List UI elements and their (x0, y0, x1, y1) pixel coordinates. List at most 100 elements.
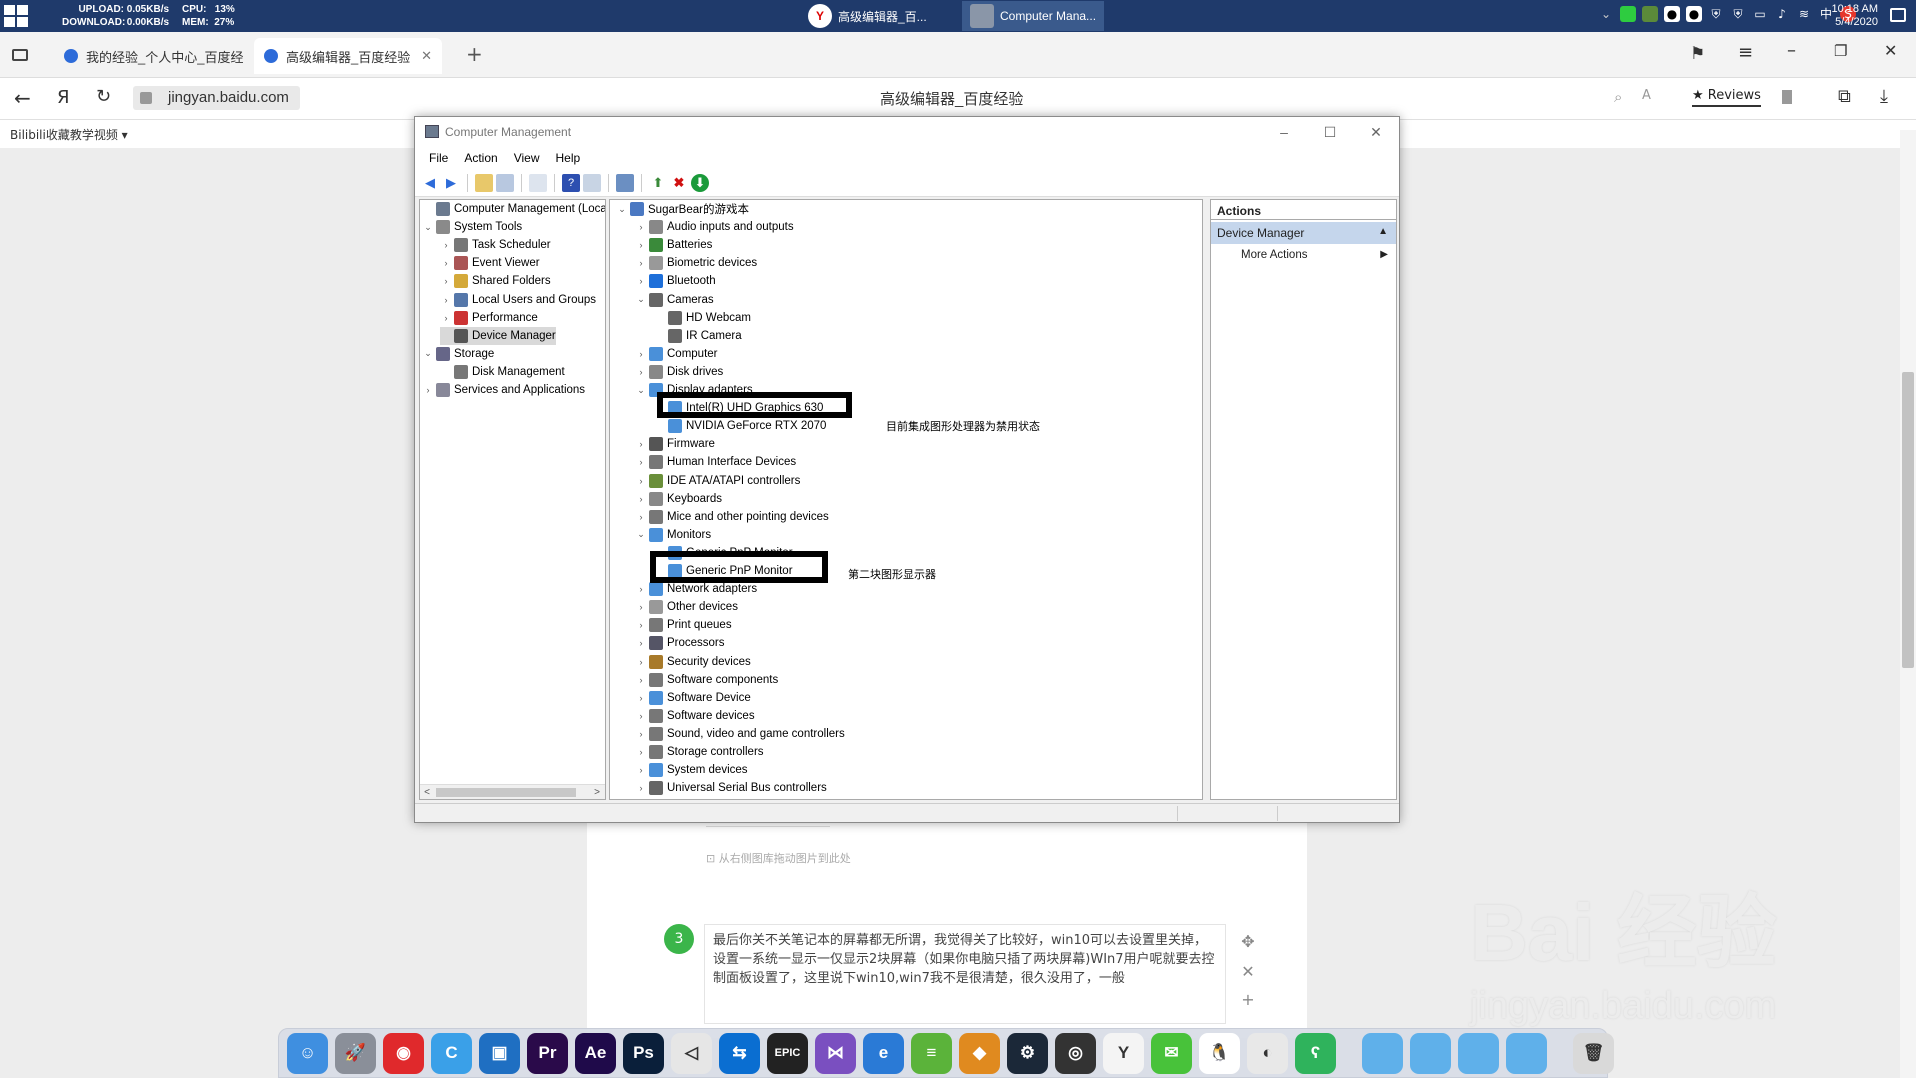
taskbar-app-browser[interactable]: Y 高级编辑器_百... (800, 1, 935, 31)
expand-chevron-icon[interactable]: › (635, 367, 647, 377)
search-icon[interactable]: ⌕ (1614, 88, 1622, 106)
browser-tab[interactable]: 我的经验_个人中心_百度经 (54, 38, 253, 74)
expand-chevron-icon[interactable]: › (635, 620, 647, 630)
move-icon[interactable]: ✥ (1240, 932, 1256, 951)
expand-chevron-icon[interactable]: › (635, 693, 647, 703)
scrollbar-thumb[interactable] (436, 788, 576, 797)
scroll-left-icon[interactable]: < (420, 785, 434, 799)
qq-icon[interactable]: 🐧 (1199, 1032, 1240, 1074)
tree-item[interactable]: › Event Viewer (440, 254, 540, 272)
epic-games-icon[interactable]: EPIC (767, 1032, 808, 1074)
menu-help[interactable]: Help (548, 147, 589, 169)
expand-chevron-icon[interactable]: › (635, 638, 647, 648)
tree-item[interactable]: › Task Scheduler (440, 236, 551, 254)
edge-icon[interactable]: e (863, 1032, 904, 1074)
tree-item[interactable]: › Biometric devices (635, 254, 757, 272)
collections-icon[interactable]: ⧉ (1838, 86, 1851, 107)
photoshop-icon[interactable]: Ps (623, 1032, 664, 1074)
tree-item[interactable]: › Security devices (635, 653, 751, 671)
expand-chevron-icon[interactable]: › (422, 385, 434, 395)
back-icon[interactable]: ◀ (421, 174, 439, 192)
battery-icon[interactable]: ▭ (1752, 6, 1768, 22)
uninstall-icon[interactable]: ✖ (670, 174, 688, 192)
tree-item[interactable]: › Other devices (635, 598, 738, 616)
expand-chevron-icon[interactable]: › (635, 747, 647, 757)
up-folder-icon[interactable] (475, 173, 493, 192)
tree-item[interactable]: › Human Interface Devices (635, 453, 796, 471)
tree-item[interactable]: › Batteries (635, 236, 712, 254)
folder-icon[interactable] (1362, 1032, 1403, 1074)
wechat-tray-icon[interactable] (1620, 6, 1636, 22)
lock-icon[interactable] (140, 92, 152, 104)
visual-studio-icon[interactable]: ⋈ (815, 1032, 856, 1074)
expand-chevron-icon[interactable]: › (635, 240, 647, 250)
shield-icon[interactable]: ⛨ (1708, 6, 1724, 22)
qq-tray-icon[interactable]: ● (1664, 6, 1680, 22)
new-tab-icon[interactable]: + (466, 42, 483, 66)
tree-item[interactable]: › Firmware (635, 435, 715, 453)
expand-chevron-icon[interactable]: › (635, 258, 647, 268)
minimize-icon[interactable]: – (1787, 40, 1796, 61)
back-icon[interactable]: ← (14, 86, 31, 110)
collapse-chevron-icon[interactable]: ⌄ (635, 294, 647, 305)
more-actions-item[interactable]: More Actions ▶ (1211, 246, 1396, 266)
expand-chevron-icon[interactable]: › (440, 295, 452, 305)
bluestacks-icon[interactable]: ≡ (911, 1032, 952, 1074)
close-tab-icon[interactable]: ✕ (421, 48, 432, 64)
sidebar-toggle-icon[interactable] (12, 49, 28, 61)
windows-start-icon[interactable] (4, 5, 30, 27)
url-field[interactable]: jingyan.baidu.com (133, 86, 300, 110)
tree-item[interactable]: HD Webcam (654, 309, 751, 327)
folder-icon[interactable] (1410, 1032, 1451, 1074)
expand-chevron-icon[interactable]: › (635, 783, 647, 793)
tree-item[interactable]: NVIDIA GeForce RTX 2070 (654, 417, 826, 435)
wechat-icon[interactable]: ✉ (1151, 1032, 1192, 1074)
tree-item[interactable]: › Software Device (635, 689, 751, 707)
tree-item[interactable]: ⌄ Cameras (635, 291, 714, 309)
tree-item[interactable]: › Storage controllers (635, 743, 764, 761)
collapse-icon[interactable]: ▲ (1378, 226, 1388, 237)
maximize-button[interactable]: ☐ (1307, 121, 1353, 143)
netease-music-icon[interactable]: ◉ (383, 1032, 424, 1074)
actions-section-device-manager[interactable]: Device Manager ▲ (1211, 222, 1396, 244)
tree-item[interactable]: › Sound, video and game controllers (635, 725, 845, 743)
translate-icon[interactable]: A (1642, 88, 1651, 103)
folder-icon[interactable] (1506, 1032, 1547, 1074)
remote-desktop-icon[interactable]: ▣ (479, 1032, 520, 1074)
qq-tray-icon[interactable]: ● (1686, 6, 1702, 22)
menu-action[interactable]: Action (456, 147, 505, 169)
tree-item[interactable]: Device Manager (440, 326, 556, 345)
expand-chevron-icon[interactable]: › (440, 276, 452, 286)
unity-icon[interactable]: ◁ (671, 1032, 712, 1074)
delete-step-icon[interactable]: ✕ (1240, 962, 1256, 981)
tree-item[interactable]: ⌄ System Tools (422, 218, 522, 236)
collapse-chevron-icon[interactable]: ⌄ (422, 222, 434, 233)
launchpad-icon[interactable]: 🚀 (335, 1032, 376, 1074)
tree-item[interactable]: › Local Users and Groups (440, 291, 596, 309)
show-hide-tree-icon[interactable] (496, 173, 514, 192)
nvidia-tray-icon[interactable] (1642, 6, 1658, 22)
collapse-chevron-icon[interactable]: ⌄ (616, 204, 628, 215)
minimize-button[interactable]: – (1261, 121, 1307, 143)
restore-icon[interactable]: ❐ (1834, 42, 1847, 60)
tree-item[interactable]: › System devices (635, 761, 748, 779)
obs-icon[interactable]: ◎ (1055, 1032, 1096, 1074)
browser-tab-active[interactable]: 高级编辑器_百度经验 ✕ (254, 38, 442, 74)
expand-chevron-icon[interactable]: › (635, 657, 647, 667)
close-icon[interactable]: ✕ (1884, 41, 1897, 60)
expand-chevron-icon[interactable]: › (635, 457, 647, 467)
tree-item[interactable]: › Keyboards (635, 490, 722, 508)
tree-item[interactable]: › Bluetooth (635, 272, 716, 290)
enable-device-icon[interactable]: ⬇ (691, 173, 709, 192)
trash-icon[interactable]: 🗑 (1573, 1032, 1614, 1074)
expand-chevron-icon[interactable]: › (635, 765, 647, 775)
expand-chevron-icon[interactable]: › (635, 476, 647, 486)
forward-icon[interactable]: ▶ (442, 174, 460, 192)
image-upload-hint[interactable]: ⊡ 从右侧图库拖动图片到此处 (706, 850, 851, 866)
tree-item[interactable]: › IDE ATA/ATAPI controllers (635, 472, 800, 490)
expand-chevron-icon[interactable]: › (635, 729, 647, 739)
tree-item[interactable]: Disk Management (440, 363, 565, 381)
tree-item[interactable]: › Software devices (635, 707, 755, 725)
bookmark-icon[interactable] (1782, 90, 1792, 104)
volume-icon[interactable]: ♪ (1774, 6, 1790, 22)
